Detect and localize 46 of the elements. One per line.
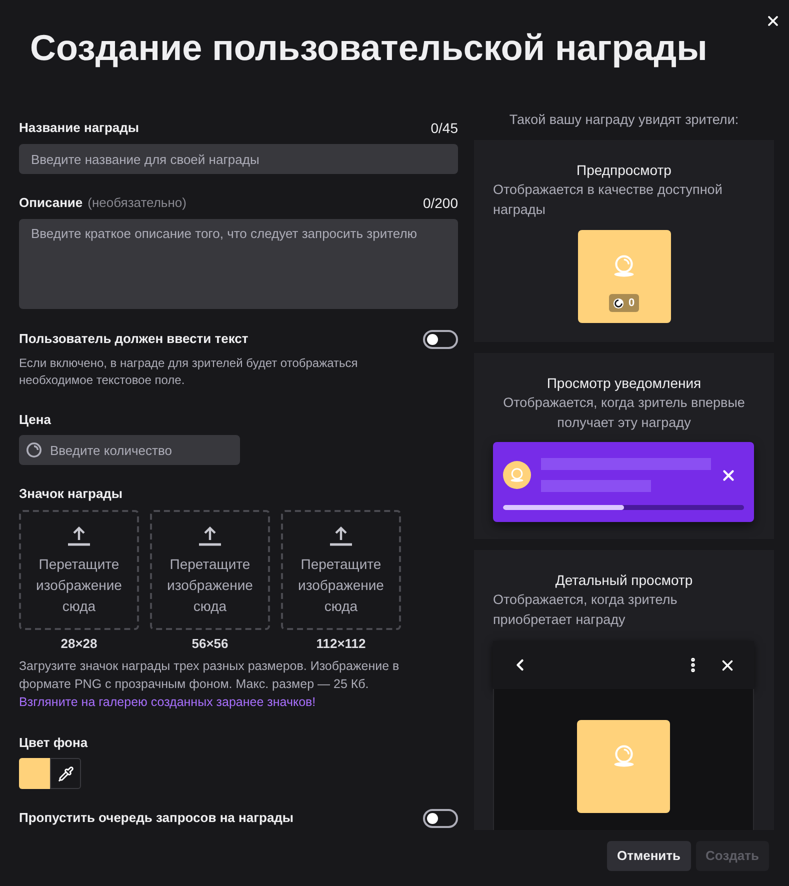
footer-button[interactable]: Отменить [607,841,691,871]
card-title: Детальный просмотр [554,571,694,590]
close-icon [765,13,781,29]
upload-icon [199,526,221,546]
card-title: Предпросмотр [576,161,672,180]
upload-dropzone[interactable]: Перетащите изображение сюда [150,510,270,630]
help-text: Если включено, в награде для зрителей будет отображаться необходимое текстовое поле. [19,355,359,389]
reward-name-input[interactable]: Введите название для своей награды [19,144,458,174]
upload-help-text: Загрузите значок награды трех разных размеров. Изображение в формате PNG с прозрачным фоном. Макс. размер — 25 Кб. Взгляните на галерею созданных заранее значков! [19,658,400,711]
price-input[interactable]: Введите количество [19,435,240,465]
avatar-icon [503,461,531,489]
field-label: Пропустить очередь запросов на награды [19,809,294,828]
card-description: Отображается, когда зритель впервые получает эту награду [502,394,746,432]
field-label: Значок награды [19,485,123,503]
size-label: 28×28 [60,636,98,652]
optional-hint: (необязательно) [88,194,186,212]
toggle-switch[interactable] [423,330,458,348]
card-description: Отображается в качестве доступной награды [493,181,724,219]
size-label: 112×112 [316,636,366,652]
upload-icon [330,526,352,546]
upload-icon [68,526,90,546]
coin-icon [613,298,624,308]
ring-icon [26,442,42,458]
preview-caption: Такой вашу награду увидят зрители: [508,111,740,129]
char-counter: 0/45 [430,118,458,138]
eyedropper-icon [58,766,74,782]
card-title: Просмотр уведомления [546,374,702,393]
color-swatch[interactable] [19,758,50,789]
orb-icon [612,745,634,767]
card-description: Отображается, когда зритель приобретает награду [493,591,678,629]
gallery-link[interactable]: Взгляните на галерею созданных заранее значков! [19,695,316,709]
field-label: Название награды [19,119,139,138]
dialog-title: Создание пользовательской награды [30,26,708,70]
cost-text: 0 [628,297,635,309]
field-label: Цена [19,411,51,429]
char-counter: 0/200 [422,194,458,212]
field-label: Пользователь должен ввести текст [19,330,248,348]
upload-dropzone[interactable]: Перетащите изображение сюда [19,510,139,630]
eyedropper-button[interactable] [50,758,81,789]
toggle-switch[interactable] [423,808,458,828]
upload-dropzone[interactable]: Перетащите изображение сюда [281,510,401,630]
field-label: Цвет фона [19,734,88,752]
field-label: Описание [19,194,83,212]
orb-icon [613,255,635,277]
description-textarea[interactable]: Введите краткое описание того, что следует запросить зрителю [19,219,458,309]
size-label: 56×56 [192,636,228,652]
